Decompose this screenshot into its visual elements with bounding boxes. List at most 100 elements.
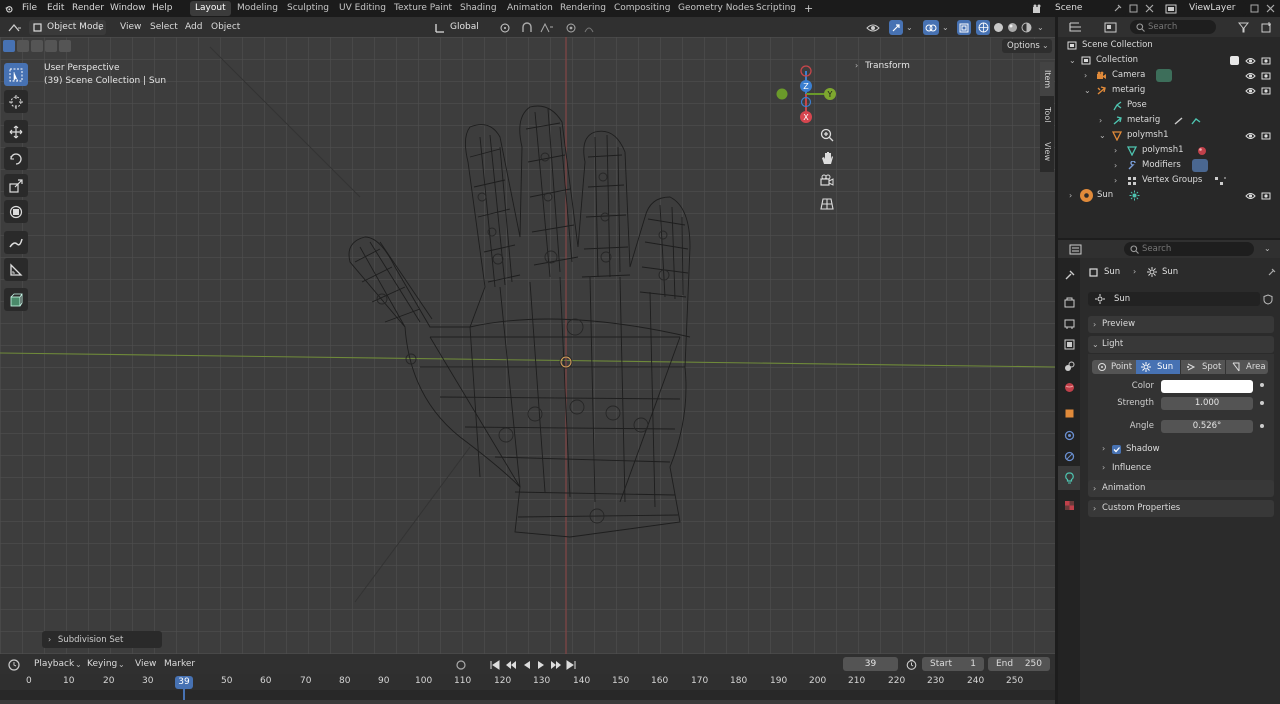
menu-window[interactable]: Window: [107, 1, 149, 16]
menu-select[interactable]: Select: [150, 20, 178, 35]
physics-tab-icon[interactable]: [1062, 449, 1076, 463]
light-panel-header[interactable]: ⌄ Light: [1088, 336, 1274, 353]
delete-view-layer-icon[interactable]: [1264, 2, 1276, 15]
tab-scripting[interactable]: Scripting: [751, 1, 801, 16]
visibility-icon[interactable]: [862, 20, 884, 35]
exclude-checkbox[interactable]: [1230, 56, 1239, 65]
light-type-spot[interactable]: Spot: [1181, 360, 1225, 374]
menu-timeline-view[interactable]: View: [135, 657, 156, 672]
mode-selector[interactable]: Object Mode ⌄: [29, 20, 106, 35]
timeline-editor-icon[interactable]: [4, 657, 24, 672]
outliner-row-sun[interactable]: › Sun: [1058, 188, 1280, 203]
transform-panel-header[interactable]: › Transform: [855, 61, 910, 71]
camera-render-icon[interactable]: [1260, 130, 1272, 141]
tab-view[interactable]: View: [1040, 134, 1054, 168]
chevron-down-icon[interactable]: ⌄: [1084, 83, 1091, 98]
properties-search-input[interactable]: Search: [1124, 242, 1254, 256]
scene-tab-icon[interactable]: [1062, 359, 1076, 373]
new-collection-icon[interactable]: [1256, 20, 1276, 35]
angle-field[interactable]: 0.526°: [1161, 420, 1253, 433]
tab-modeling[interactable]: Modeling: [232, 1, 283, 16]
light-datablock-selector[interactable]: Sun: [1088, 292, 1260, 306]
perspective-toggle-icon[interactable]: [817, 194, 837, 214]
outliner-row-scene-collection[interactable]: Scene Collection: [1058, 38, 1280, 53]
material-icon[interactable]: [1196, 145, 1208, 156]
display-mode-icon[interactable]: [1098, 20, 1122, 35]
wireframe-shading-icon[interactable]: [976, 20, 990, 35]
add-workspace-button[interactable]: +: [799, 1, 818, 16]
bone-icon[interactable]: [1172, 115, 1184, 126]
menu-render[interactable]: Render: [69, 1, 107, 16]
playhead-marker[interactable]: 39: [175, 676, 193, 689]
tab-rendering[interactable]: Rendering: [555, 1, 611, 16]
solid-shading-icon[interactable]: [991, 20, 1005, 35]
preview-panel-header[interactable]: › Preview: [1088, 316, 1274, 333]
keyframe-dot-icon[interactable]: [1260, 401, 1264, 405]
camera-render-icon[interactable]: [1260, 70, 1272, 81]
menu-object[interactable]: Object: [211, 20, 240, 35]
tab-item[interactable]: Item: [1040, 62, 1054, 96]
prev-keyframe-icon[interactable]: [503, 657, 519, 672]
animation-panel-header[interactable]: › Animation: [1088, 480, 1274, 497]
properties-editor-icon[interactable]: [1064, 242, 1086, 256]
menu-marker[interactable]: Marker: [164, 657, 195, 672]
eye-icon[interactable]: [1244, 130, 1256, 141]
shadow-subpanel-header[interactable]: › Shadow: [1102, 442, 1270, 456]
eye-icon[interactable]: [1244, 70, 1256, 81]
camera-render-icon[interactable]: [1260, 190, 1272, 201]
navigation-gizmo[interactable]: Z Y X: [775, 65, 845, 127]
play-reverse-icon[interactable]: [520, 657, 534, 672]
chevron-right-icon[interactable]: ›: [1114, 173, 1117, 188]
output-tab-icon[interactable]: [1062, 316, 1076, 330]
view-layer-selector[interactable]: ViewLayer: [1160, 1, 1246, 16]
outliner-editor-icon[interactable]: [1064, 20, 1086, 35]
chevron-down-icon[interactable]: ⌄: [942, 20, 949, 35]
keyframe-dot-icon[interactable]: [1260, 424, 1264, 428]
light-data-tab[interactable]: [1058, 466, 1080, 490]
chevron-down-icon[interactable]: ⌄: [1099, 128, 1106, 143]
camera-render-icon[interactable]: [1260, 85, 1272, 96]
light-type-area[interactable]: Area: [1226, 360, 1268, 374]
new-scene-icon[interactable]: [1127, 2, 1139, 15]
tab-sculpting[interactable]: Sculpting: [282, 1, 334, 16]
chevron-down-icon[interactable]: ⌄: [1264, 242, 1271, 256]
next-keyframe-icon[interactable]: [548, 657, 564, 672]
snap-target-icon[interactable]: [536, 20, 558, 35]
outliner-row-vertex-groups[interactable]: › Vertex Groups: [1058, 173, 1280, 188]
light-type-sun[interactable]: Sun: [1136, 360, 1180, 374]
frame-ruler[interactable]: 0 10 20 30 50 60 70 80 90 100 110 120 13…: [0, 674, 1055, 690]
last-operator-panel[interactable]: › Subdivision Set: [42, 631, 162, 648]
keyframe-dot-icon[interactable]: [1260, 383, 1264, 387]
tab-compositing[interactable]: Compositing: [609, 1, 675, 16]
stopwatch-icon[interactable]: [903, 657, 919, 672]
filter-icon[interactable]: [1233, 20, 1253, 35]
outliner-search-input[interactable]: Search: [1130, 20, 1216, 34]
timeline-scrollbar[interactable]: [0, 700, 1055, 704]
menu-add[interactable]: Add: [185, 20, 202, 35]
tab-animation[interactable]: Animation: [502, 1, 558, 16]
modifier-subsurf-icon[interactable]: [1192, 159, 1208, 172]
light-type-point[interactable]: Point: [1092, 360, 1136, 374]
shadow-checkbox[interactable]: [1112, 445, 1121, 454]
tab-layout[interactable]: Layout: [190, 1, 231, 16]
chevron-right-icon[interactable]: ›: [1084, 68, 1087, 83]
start-frame-field[interactable]: Start 1: [922, 657, 984, 671]
menu-keying[interactable]: Keying: [87, 657, 117, 672]
tab-shading[interactable]: Shading: [455, 1, 502, 16]
chevron-down-icon[interactable]: ⌄: [906, 20, 913, 35]
timeline-area[interactable]: 0 10 20 30 50 60 70 80 90 100 110 120 13…: [0, 674, 1055, 704]
outliner-row-collection[interactable]: ⌄ Collection: [1058, 53, 1280, 68]
tab-geometry-nodes[interactable]: Geometry Nodes: [673, 1, 759, 16]
jump-start-icon[interactable]: [488, 657, 502, 672]
pin-icon[interactable]: [1266, 266, 1277, 278]
material-shading-icon[interactable]: [1005, 20, 1019, 35]
menu-help[interactable]: Help: [149, 1, 176, 16]
editor-type-icon[interactable]: [4, 20, 26, 35]
pin-icon[interactable]: [1111, 2, 1123, 15]
jump-end-icon[interactable]: [564, 657, 578, 672]
tab-texture-paint[interactable]: Texture Paint: [389, 1, 457, 16]
chevron-down-icon[interactable]: ⌄: [1037, 20, 1044, 35]
chevron-down-icon[interactable]: ⌄: [1069, 53, 1076, 68]
camera-data-icon[interactable]: [1156, 69, 1172, 82]
outliner-row-metarig[interactable]: ⌄ metarig: [1058, 83, 1280, 98]
